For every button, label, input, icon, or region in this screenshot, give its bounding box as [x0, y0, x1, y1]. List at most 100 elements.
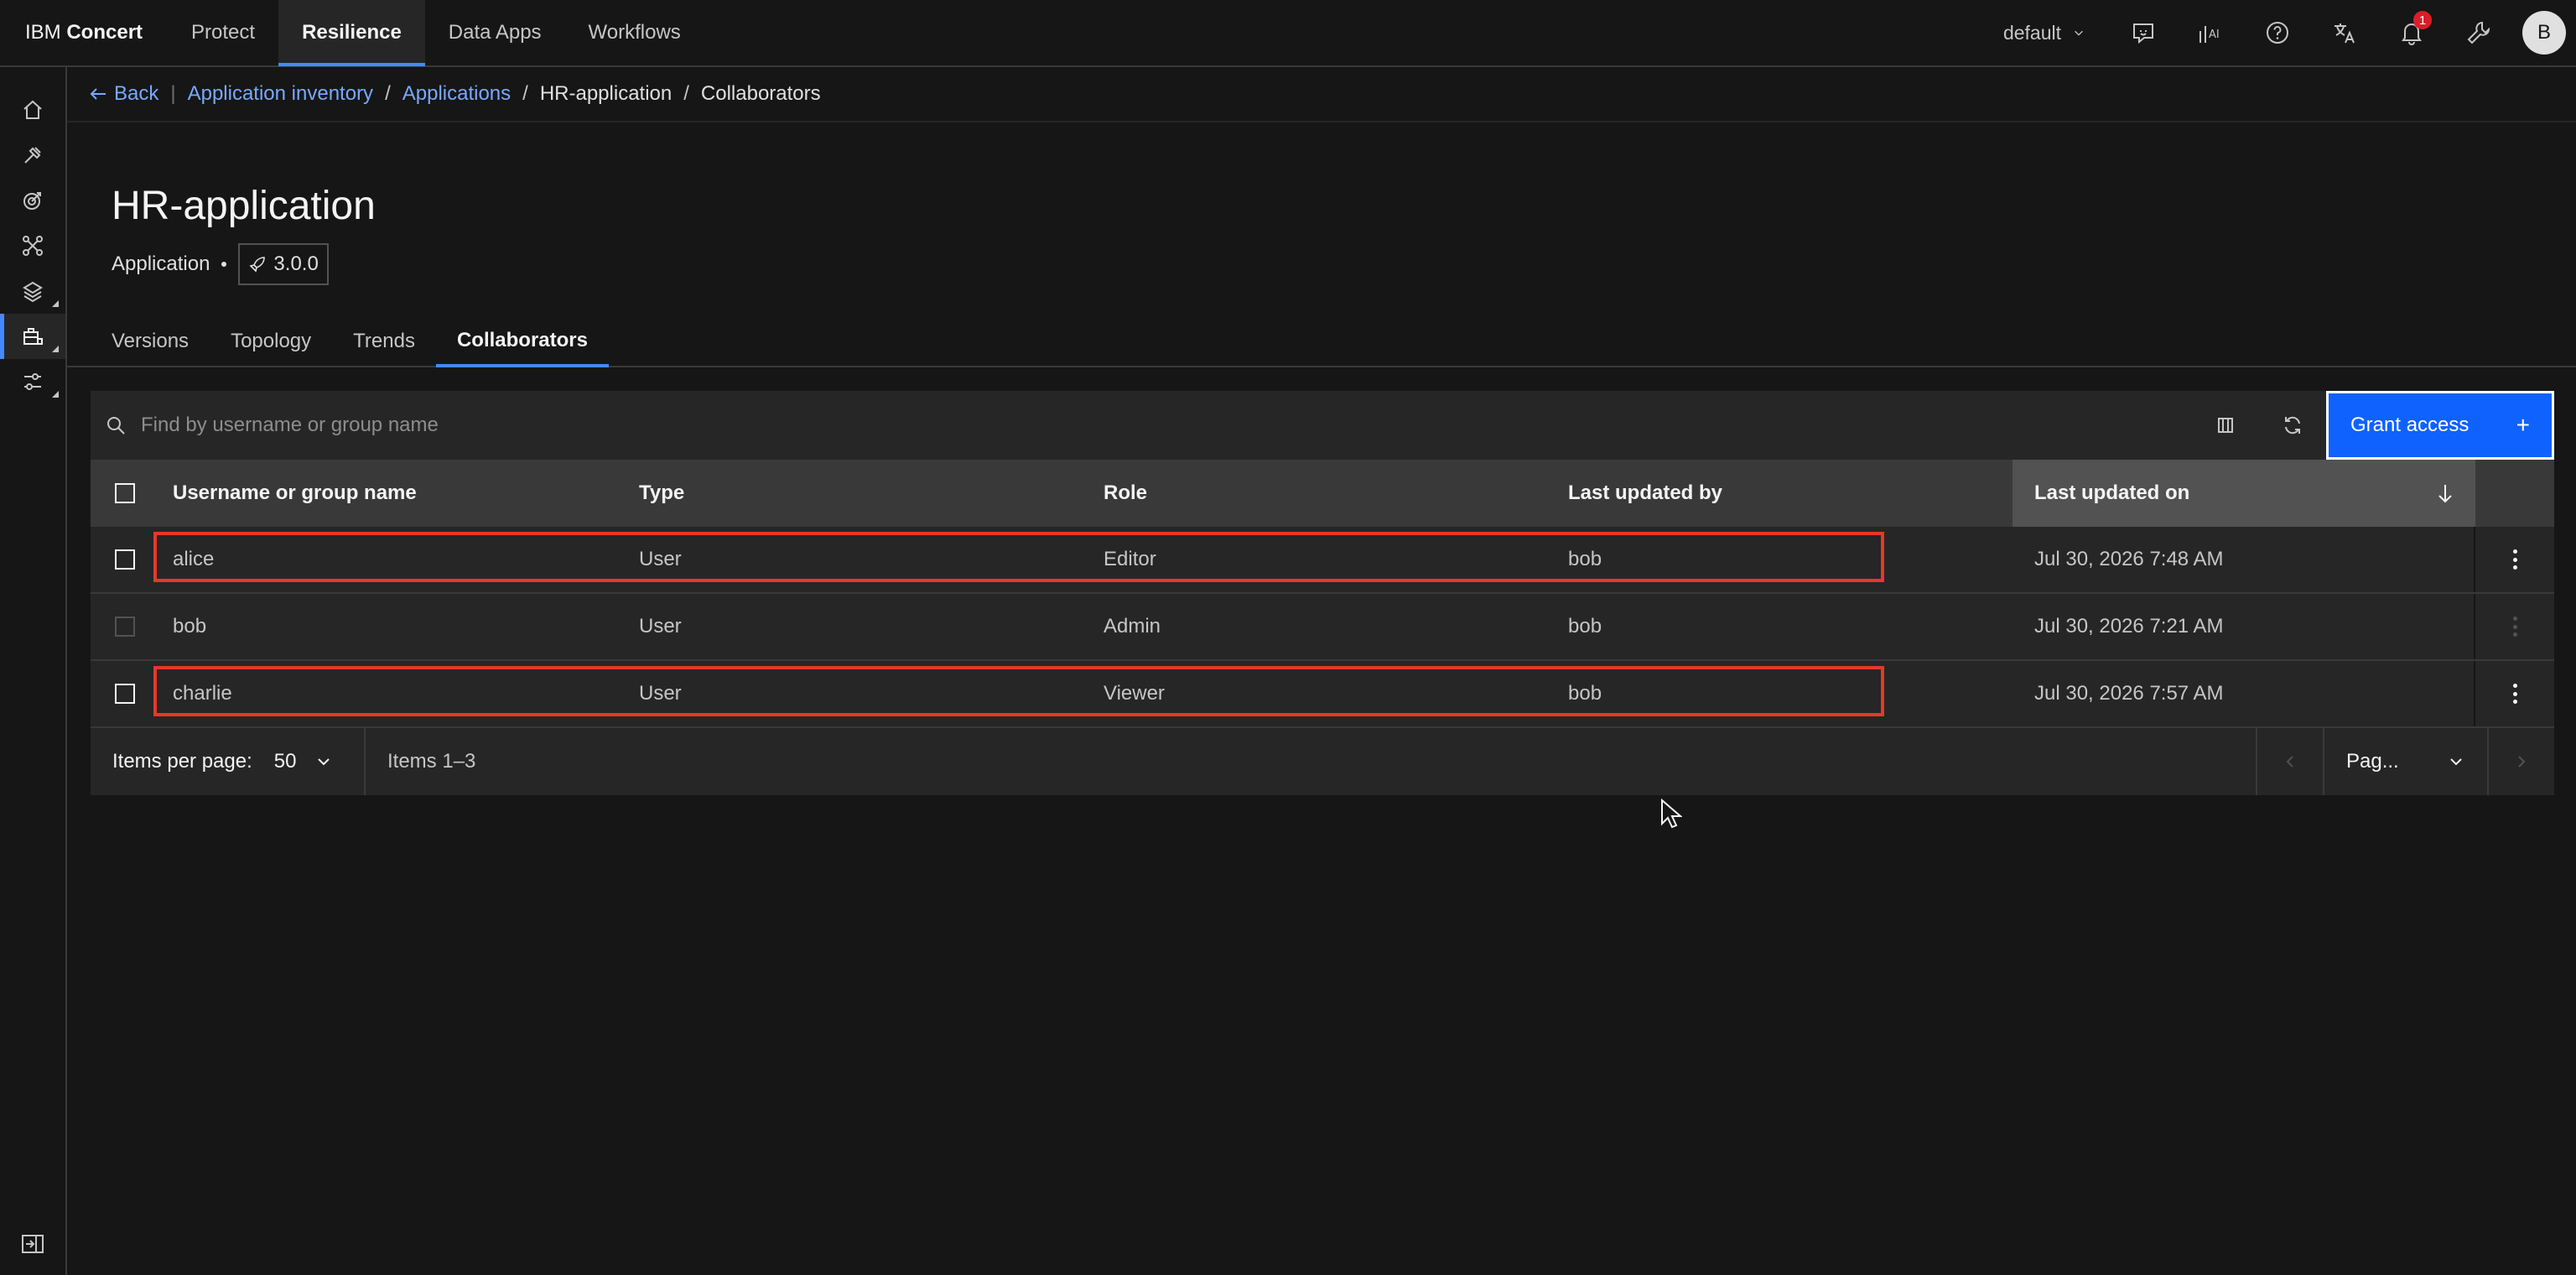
grant-access-label: Grant access [2350, 414, 2470, 436]
separator-dot [221, 262, 227, 267]
next-page-button[interactable] [2487, 728, 2554, 795]
mouse-pointer-icon [1661, 799, 1682, 829]
refresh-button[interactable] [2259, 392, 2326, 459]
tenant-label: default [2002, 21, 2061, 44]
expand-corner-icon [52, 391, 59, 398]
breadcrumb-divider: | [170, 82, 176, 105]
tab-versions[interactable]: Versions [91, 317, 210, 367]
tab-topology[interactable]: Topology [210, 317, 333, 367]
cell-role: Viewer [1104, 682, 1165, 705]
tenant-selector[interactable]: default [2003, 22, 2110, 44]
page-select[interactable]: Pag... [2323, 728, 2487, 795]
column-header-name[interactable]: Username or group name [159, 460, 626, 527]
pagination: Items per page: 50 Items 1–3 Pag... [91, 728, 2554, 795]
rail-item-tools[interactable] [0, 133, 65, 178]
ai-insights-button[interactable]: AI [2177, 0, 2244, 66]
feedback-button[interactable] [2110, 0, 2177, 66]
search-input[interactable] [141, 392, 2192, 459]
chevron-down-icon [318, 758, 330, 766]
top-nav-resilience[interactable]: Resilience [278, 0, 425, 66]
breadcrumb-application-inventory[interactable]: Application inventory [188, 82, 373, 106]
column-header-updated-by[interactable]: Last updated by [1555, 460, 2012, 527]
chevron-down-icon [2075, 30, 2083, 36]
rail-item-app-inventory[interactable] [0, 314, 65, 359]
table-header-row: Username or group name Type Role Last up… [91, 460, 2554, 527]
top-nav-protect[interactable]: Protect [168, 0, 278, 66]
admin-tools-button[interactable] [2445, 0, 2512, 66]
ai-chart-icon: AI [2199, 26, 2220, 43]
header-actions: default AI 1 B [2003, 0, 2576, 66]
row-overflow-menu-disabled [2475, 594, 2554, 659]
cell-updated-by: bob [1568, 548, 1602, 570]
items-per-page-select[interactable]: 50 [274, 750, 334, 773]
cell-updated-by: bob [1568, 682, 1602, 705]
items-per-page: Items per page: 50 [91, 728, 366, 795]
chat-feedback-icon [2133, 23, 2153, 44]
column-settings-button[interactable] [2192, 392, 2259, 459]
sort-descending-icon [2438, 485, 2452, 503]
refresh-icon [2285, 416, 2300, 435]
cell-type: User [639, 615, 682, 638]
add-icon: + [2516, 412, 2530, 438]
top-nav-data-apps[interactable]: Data Apps [425, 0, 565, 66]
column-header-role[interactable]: Role [1090, 460, 1555, 527]
table-toolbar: Grant access + [91, 391, 2554, 460]
tab-collaborators[interactable]: Collaborators [435, 317, 609, 367]
cell-type: User [639, 682, 682, 705]
items-per-page-value: 50 [273, 750, 297, 773]
language-button[interactable] [2311, 0, 2378, 66]
settings-adjust-icon [24, 373, 41, 390]
tab-list: Versions Topology Trends Collaborators [91, 317, 609, 367]
row-checkbox-disabled [115, 617, 135, 637]
side-rail [0, 67, 67, 1275]
brand-logo[interactable]: IBM Concert [0, 21, 143, 44]
wrench-icon [2467, 21, 2490, 44]
rail-item-network[interactable] [0, 223, 65, 268]
side-panel-toggle[interactable] [0, 1221, 65, 1267]
select-all-checkbox[interactable] [115, 483, 135, 503]
home-icon [23, 100, 42, 119]
help-icon [2267, 22, 2288, 44]
row-select-cell [91, 527, 159, 592]
notifications-button[interactable]: 1 [2378, 0, 2445, 66]
breadcrumb-separator: / [683, 82, 689, 105]
breadcrumb-separator: / [385, 82, 391, 105]
cell-updated-on: Jul 30, 2026 7:57 AM [2012, 661, 2475, 726]
rail-item-settings[interactable] [0, 359, 65, 404]
chevron-right-icon [2518, 756, 2526, 768]
table-row[interactable]: charlie User Viewer bob Jul 30, 2026 7:5… [91, 661, 2554, 728]
tab-trends[interactable]: Trends [332, 317, 436, 367]
row-overflow-menu[interactable] [2475, 527, 2554, 592]
table-row[interactable]: bob User Admin bob Jul 30, 2026 7:21 AM [91, 594, 2554, 661]
row-checkbox[interactable] [115, 684, 135, 704]
page-title: HR-application [112, 184, 376, 228]
cell-role: Admin [1104, 615, 1161, 638]
version-label: 3.0.0 [273, 252, 319, 275]
search-icon-wrap [91, 414, 141, 436]
chevron-left-icon [2286, 756, 2293, 768]
top-nav: Protect Resilience Data Apps Workflows [168, 0, 704, 66]
table-row[interactable]: alice User Editor bob Jul 30, 2026 7:48 … [91, 527, 2554, 594]
expand-corner-icon [52, 300, 59, 307]
user-avatar[interactable]: B [2522, 11, 2566, 55]
rail-item-home[interactable] [0, 87, 65, 133]
row-checkbox[interactable] [115, 549, 135, 570]
back-link[interactable]: Back [89, 82, 158, 106]
grant-access-button[interactable]: Grant access + [2326, 391, 2554, 460]
cell-type: User [639, 548, 682, 570]
row-overflow-menu[interactable] [2475, 661, 2554, 726]
help-button[interactable] [2244, 0, 2311, 66]
column-header-updated-on[interactable]: Last updated on [2012, 460, 2475, 527]
previous-page-button[interactable] [2256, 728, 2323, 795]
breadcrumb-applications[interactable]: Applications [402, 82, 511, 106]
top-nav-workflows[interactable]: Workflows [565, 0, 704, 66]
brand-name: Concert [66, 21, 143, 44]
page-select-value: Pag... [2346, 750, 2399, 773]
target-icon [23, 192, 41, 210]
column-header-type[interactable]: Type [626, 460, 1090, 527]
app-inventory-icon [23, 328, 43, 345]
rail-item-target[interactable] [0, 178, 65, 223]
rail-item-layers[interactable] [0, 268, 65, 314]
notification-count-badge: 1 [2413, 11, 2432, 29]
row-select-cell [91, 661, 159, 726]
